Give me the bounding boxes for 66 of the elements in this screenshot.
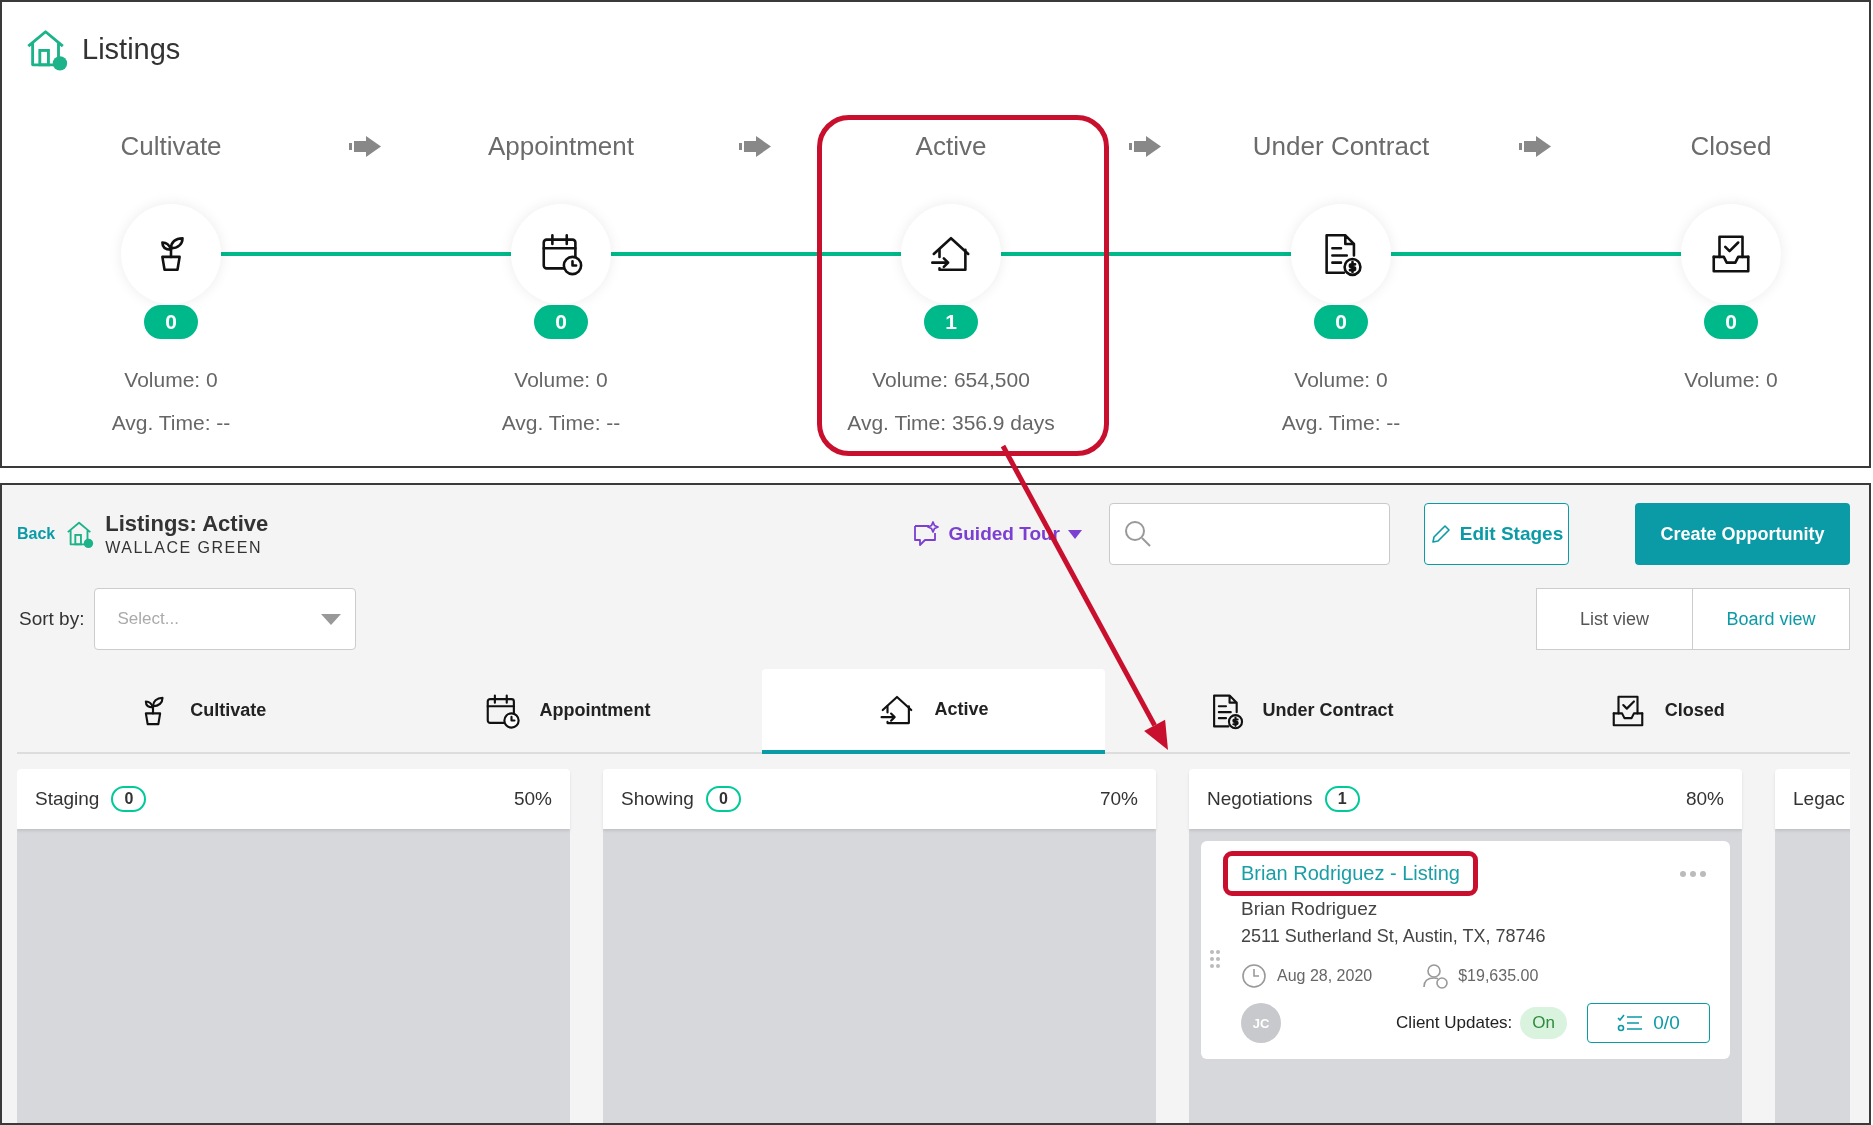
create-opportunity-button[interactable]: Create Opportunity	[1635, 503, 1850, 565]
search-icon	[1124, 520, 1152, 548]
avg-time-text: Avg. Time: --	[111, 410, 231, 436]
count-badge: 0	[1314, 305, 1368, 339]
arrow-right-icon	[1129, 134, 1163, 158]
board-subtitle: WALLACE GREEN	[105, 539, 263, 557]
count-badge: 0	[144, 305, 198, 339]
count-badge: 0	[705, 786, 741, 812]
contact-name: Brian Rodriguez	[1241, 898, 1379, 920]
stage-tab[interactable]: Cultivate	[29, 669, 372, 752]
stage-label: Active	[915, 130, 987, 163]
volume-text: Volume: 654,500	[872, 367, 1030, 393]
volume-text: Volume: 0	[1294, 367, 1388, 393]
house-logo-icon	[65, 519, 96, 549]
view-toggle-button[interactable]: Board view	[1693, 588, 1850, 650]
volume-text: Volume: 0	[514, 367, 608, 393]
view-toggle-button[interactable]: List view	[1536, 588, 1693, 650]
percent-text: 50%	[513, 788, 552, 810]
count-badge: 1	[924, 305, 978, 339]
stage-tab[interactable]: Closed	[1495, 669, 1838, 752]
stage-label: Closed	[1690, 130, 1772, 163]
caret-icon	[321, 613, 342, 625]
client-updates-label: Client Updates:	[1396, 1013, 1513, 1033]
edit-stages-button[interactable]: Edit Stages	[1424, 503, 1569, 565]
stage-tab[interactable]: Active	[762, 669, 1105, 754]
caret-icon	[1068, 529, 1082, 539]
volume-text: Volume: 0	[124, 367, 218, 393]
back-link[interactable]: Back	[17, 525, 56, 543]
date-text: Aug 28, 2020	[1277, 967, 1373, 985]
stage-label: Cultivate	[120, 130, 222, 163]
avg-time-text: Avg. Time: --	[501, 410, 621, 436]
percent-text: 70%	[1099, 788, 1138, 810]
address-text: 2511 Sutherland St, Austin, TX, 78746	[1241, 926, 1547, 947]
checklist-icon	[1617, 1013, 1644, 1033]
avg-time-text: Avg. Time: 356.9 days	[847, 410, 1055, 436]
arrow-right-icon	[1519, 134, 1553, 158]
status-pill: On	[1520, 1007, 1567, 1039]
count-badge: 1	[1324, 786, 1360, 812]
count-badge: 0	[1704, 305, 1758, 339]
sparkle-chat-icon	[912, 521, 941, 547]
stage-label: Appointment	[488, 130, 634, 163]
arrow-right-icon	[739, 134, 773, 158]
amount-text: $19,635.00	[1458, 967, 1539, 985]
person-dollar-icon	[1422, 963, 1449, 989]
arrow-right-icon	[349, 134, 383, 158]
card-title-link[interactable]: Brian Rodriguez - Listing	[1223, 851, 1478, 896]
volume-text: Volume: 0	[1684, 367, 1778, 393]
drag-handle-icon[interactable]	[1209, 949, 1221, 969]
count-badge: 0	[111, 786, 147, 812]
board-title: Listings: Active	[105, 511, 269, 537]
avg-time-text: Avg. Time: --	[1281, 410, 1401, 436]
search-field[interactable]	[1109, 503, 1390, 565]
tasks-button[interactable]: 0/0	[1587, 1003, 1710, 1043]
percent-text: 80%	[1685, 788, 1724, 810]
page-title: Listings	[82, 32, 181, 66]
sort-label: Sort by:	[19, 608, 85, 630]
stage-tab[interactable]: Appointment	[395, 669, 739, 752]
column-title: Showing	[621, 788, 694, 810]
pencil-icon	[1429, 523, 1452, 545]
stage-label: Under Contract	[1252, 130, 1430, 163]
stage-tab[interactable]: Under Contract	[1128, 669, 1472, 752]
column-title: Negotiations	[1207, 788, 1313, 810]
column-title: Staging	[35, 788, 100, 810]
count-badge: 0	[534, 305, 588, 339]
column-title: Legac	[1793, 788, 1845, 810]
clock-icon	[1241, 963, 1267, 989]
